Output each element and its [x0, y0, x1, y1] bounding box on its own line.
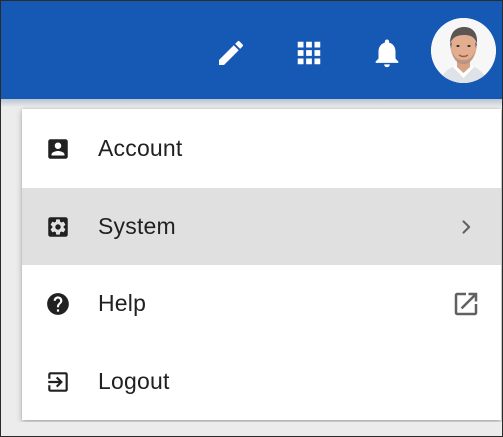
app-frame: Account System Help Logout: [0, 0, 503, 437]
apps-grid-icon: [294, 38, 324, 68]
system-settings-icon: [45, 214, 71, 240]
pencil-icon: [215, 37, 247, 69]
account-box-icon: [45, 136, 71, 162]
menu-item-label: Account: [98, 135, 183, 161]
menu-item-system[interactable]: System: [22, 188, 501, 265]
background-strip: [1, 422, 502, 436]
edit-button[interactable]: [211, 33, 251, 73]
logout-icon: [45, 369, 71, 395]
menu-item-label: System: [98, 213, 176, 239]
topbar-shadow: [1, 99, 502, 107]
user-menu: Account System Help Logout: [22, 109, 501, 420]
user-avatar[interactable]: [431, 18, 496, 83]
open-in-new-icon: [451, 289, 481, 319]
menu-item-label: Logout: [98, 368, 170, 394]
top-app-bar: [1, 1, 502, 99]
notifications-button[interactable]: [367, 31, 407, 75]
menu-item-help[interactable]: Help: [22, 265, 501, 342]
help-circle-icon: [45, 291, 71, 317]
menu-item-label: Help: [98, 290, 147, 316]
apps-button[interactable]: [289, 33, 329, 73]
menu-item-logout[interactable]: Logout: [22, 343, 501, 420]
chevron-right-icon: [451, 212, 481, 242]
menu-item-account[interactable]: Account: [22, 110, 501, 187]
bell-icon: [370, 35, 404, 71]
